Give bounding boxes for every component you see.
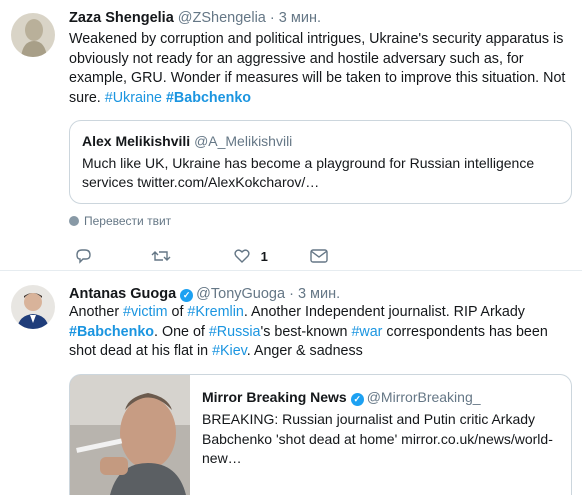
timestamp[interactable]: 3 мин.	[298, 286, 340, 302]
text-part: of	[167, 304, 188, 320]
tweet-header: Antanas Guoga ✓ @TonyGuoga · 3 мин.	[69, 285, 340, 303]
globe-icon	[69, 216, 79, 226]
quoted-author-name: Alex Melikishvili	[82, 133, 191, 149]
author-handle[interactable]: @ZShengelia	[178, 10, 266, 26]
tweet-header: Zaza Shengelia @ZShengelia · 3 мин.	[69, 9, 321, 27]
avatar[interactable]	[11, 13, 55, 57]
quoted-tweet-header: Alex Melikishvili @A_Melikishvili	[82, 133, 292, 149]
tweet-text: Weakened by corruption and political int…	[69, 30, 574, 108]
retweet-icon	[151, 251, 171, 261]
hashtag-ukraine[interactable]: #Ukraine	[105, 90, 162, 106]
quoted-tweet[interactable]: Mirror Breaking News ✓ @MirrorBreaking_ BR…	[69, 374, 572, 495]
author-name[interactable]: Antanas Guoga	[69, 286, 176, 302]
hashtag-kremlin[interactable]: #Kremlin	[187, 304, 243, 320]
hashtag-war[interactable]: #war	[351, 324, 382, 340]
like-count: 1	[260, 249, 268, 264]
quoted-tweet[interactable]: Alex Melikishvili @A_Melikishvili Much l…	[69, 120, 572, 204]
separator-dot: ·	[269, 10, 275, 26]
direct-message-button[interactable]	[309, 247, 329, 265]
reply-button[interactable]	[74, 247, 92, 265]
quoted-tweet-text: BREAKING: Russian journalist and Putin c…	[202, 411, 553, 466]
tweet-text: Another #victim of #Kremlin. Another Ind…	[69, 303, 574, 362]
retweet-button[interactable]	[151, 247, 171, 265]
quoted-author-handle: @MirrorBreaking_	[366, 389, 481, 405]
text-part: . Anger & sadness	[246, 343, 363, 360]
reply-icon	[76, 249, 91, 264]
tweet-actions: 1	[69, 247, 369, 267]
like-icon	[234, 249, 250, 263]
text-part: 's best-known	[260, 323, 352, 340]
quoted-author-name: Mirror Breaking News	[202, 389, 347, 405]
verified-icon: ✓	[350, 393, 364, 406]
author-handle[interactable]: @TonyGuoga	[196, 286, 285, 302]
tweet[interactable]: Zaza Shengelia @ZShengelia · 3 мин. Weak…	[0, 0, 582, 271]
timestamp[interactable]: 3 мин.	[279, 10, 321, 26]
avatar[interactable]	[11, 285, 55, 329]
dm-icon	[310, 249, 328, 263]
translate-label: Перевести твит	[84, 214, 172, 228]
text-part: . Another Independent journalist. RIP Ar…	[243, 304, 525, 320]
text-part: Another	[69, 304, 124, 320]
translate-tweet-link[interactable]: Перевести твит	[69, 214, 171, 228]
hashtag-babchenko[interactable]: #Babchenko	[166, 90, 251, 106]
like-button[interactable]: 1	[233, 247, 268, 265]
quoted-tweet-header: Mirror Breaking News ✓ @MirrorBreaking_	[202, 389, 481, 406]
quoted-tweet-text: Much like UK, Ukraine has become a playg…	[82, 155, 535, 190]
hashtag-russia[interactable]: #Russia	[209, 324, 261, 340]
separator-dot: ·	[289, 286, 294, 302]
quoted-author-handle: @A_Melikishvili	[194, 133, 293, 149]
verified-icon: ✓	[180, 289, 194, 302]
hashtag-victim[interactable]: #victim	[123, 304, 167, 320]
quoted-tweet-image	[70, 375, 190, 495]
hashtag-babchenko[interactable]: #Babchenko	[69, 324, 154, 340]
author-name[interactable]: Zaza Shengelia	[69, 10, 174, 26]
hashtag-kiev[interactable]: #Kiev	[212, 343, 247, 359]
text-part: . One of	[154, 323, 209, 340]
